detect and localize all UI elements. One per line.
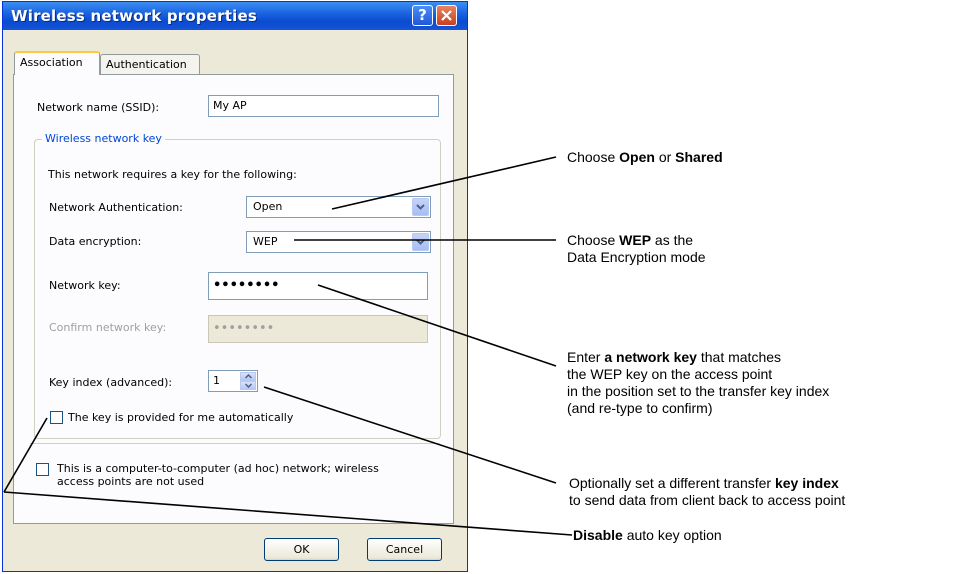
annotation-wep: Choose WEP as the Data Encryption mode xyxy=(567,232,706,265)
tab-association-label: Association xyxy=(20,56,83,69)
tab-association[interactable]: Association xyxy=(14,51,100,75)
annotation-disable-auto: Disable auto key option xyxy=(573,527,722,543)
annotation-open-shared: Choose Open or Shared xyxy=(567,149,723,165)
annotation-key-index: Optionally set a different transfer key … xyxy=(569,475,846,508)
annotation-network-key: Enter a network key that matches the WEP… xyxy=(567,349,830,416)
